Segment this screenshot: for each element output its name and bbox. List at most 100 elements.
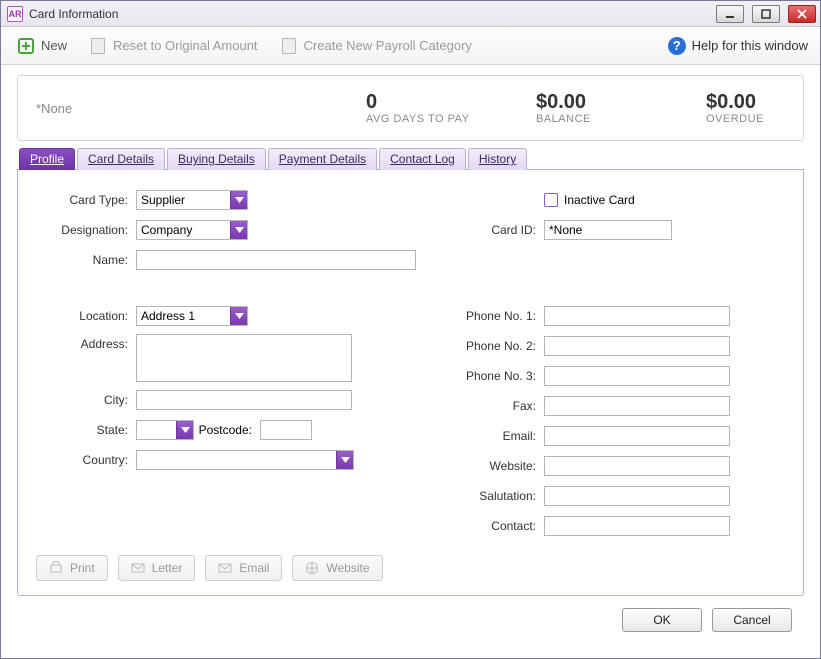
label-salutation: Salutation: — [446, 489, 544, 503]
city-input[interactable] — [136, 390, 352, 410]
checkbox-icon — [544, 193, 558, 207]
close-icon — [797, 9, 807, 19]
letter-icon — [131, 561, 145, 575]
contact-input[interactable] — [544, 516, 730, 536]
create-payroll-button: Create New Payroll Category — [276, 34, 476, 58]
cancel-button[interactable]: Cancel — [712, 608, 792, 632]
fax-input[interactable] — [544, 396, 730, 416]
right-column: Inactive Card Card ID: Phone No. 1: — [446, 188, 785, 544]
label-phone2: Phone No. 2: — [446, 339, 544, 353]
tab-label: Contact Log — [390, 152, 455, 166]
tab-payment-details[interactable]: Payment Details — [268, 148, 377, 170]
maximize-button[interactable] — [752, 5, 780, 23]
label-name: Name: — [36, 253, 136, 267]
stat-value: 0 — [366, 91, 536, 113]
phone2-input[interactable] — [544, 336, 730, 356]
label-website: Website: — [446, 459, 544, 473]
reset-label: Reset to Original Amount — [113, 38, 258, 53]
stat-overdue: $0.00 OVERDUE — [706, 91, 821, 125]
help-label: Help for this window — [692, 38, 808, 53]
tab-label: Payment Details — [279, 152, 366, 166]
content-area: *None 0 AVG DAYS TO PAY $0.00 BALANCE $0… — [1, 65, 820, 658]
tab-history[interactable]: History — [468, 148, 527, 170]
website-button[interactable]: Website — [292, 555, 382, 581]
letter-button[interactable]: Letter — [118, 555, 196, 581]
label-country: Country: — [36, 453, 136, 467]
letter-label: Letter — [152, 561, 183, 575]
maximize-icon — [761, 9, 771, 19]
inactive-card-checkbox[interactable]: Inactive Card — [544, 193, 635, 207]
print-icon — [49, 561, 63, 575]
email-icon — [218, 561, 232, 575]
chevron-down-icon[interactable] — [230, 191, 247, 209]
label-contact: Contact: — [446, 519, 544, 533]
minimize-button[interactable] — [716, 5, 744, 23]
label-phone1: Phone No. 1: — [446, 309, 544, 323]
left-column: Card Type: Designation: — [36, 188, 416, 544]
app-icon: AR — [7, 6, 23, 22]
tab-profile[interactable]: Profile — [19, 148, 75, 170]
new-label: New — [41, 38, 67, 53]
postcode-input[interactable] — [260, 420, 312, 440]
label-email: Email: — [446, 429, 544, 443]
tab-contact-log[interactable]: Contact Log — [379, 148, 466, 170]
stat-avg-days: 0 AVG DAYS TO PAY — [366, 91, 536, 125]
panel-footer: Print Letter Email Website — [36, 555, 383, 581]
country-select[interactable] — [136, 450, 354, 470]
window-card-information: AR Card Information New Reset to Origina… — [0, 0, 821, 659]
label-postcode: Postcode: — [194, 423, 260, 437]
tab-buying-details[interactable]: Buying Details — [167, 148, 266, 170]
print-button[interactable]: Print — [36, 555, 108, 581]
stat-balance: $0.00 BALANCE — [536, 91, 706, 125]
label-card-type: Card Type: — [36, 193, 136, 207]
chevron-down-icon[interactable] — [336, 451, 353, 469]
plus-icon — [17, 37, 35, 55]
help-link[interactable]: ? Help for this window — [668, 37, 808, 55]
ok-button[interactable]: OK — [622, 608, 702, 632]
cancel-label: Cancel — [733, 613, 770, 627]
phone1-input[interactable] — [544, 306, 730, 326]
print-label: Print — [70, 561, 95, 575]
dialog-footer: OK Cancel — [13, 596, 808, 646]
name-input[interactable] — [136, 250, 416, 270]
address-input[interactable] — [136, 334, 352, 382]
stat-value: $0.00 — [706, 91, 821, 113]
window-title: Card Information — [29, 7, 118, 21]
stat-value: $0.00 — [536, 91, 706, 113]
tab-label: Card Details — [88, 152, 154, 166]
email-label: Email — [239, 561, 269, 575]
label-location: Location: — [36, 309, 136, 323]
email-button[interactable]: Email — [205, 555, 282, 581]
close-button[interactable] — [788, 5, 816, 23]
stat-label: OVERDUE — [706, 113, 821, 125]
help-icon: ? — [668, 37, 686, 55]
tabstrip: Profile Card Details Buying Details Paym… — [17, 147, 804, 170]
email-input[interactable] — [544, 426, 730, 446]
label-state: State: — [36, 423, 136, 437]
chevron-down-icon[interactable] — [176, 421, 193, 439]
website-input[interactable] — [544, 456, 730, 476]
ok-label: OK — [653, 613, 670, 627]
reset-button: Reset to Original Amount — [85, 34, 262, 58]
card-id-input[interactable] — [544, 220, 672, 240]
phone3-input[interactable] — [544, 366, 730, 386]
label-address: Address: — [36, 334, 136, 351]
tab-card-details[interactable]: Card Details — [77, 148, 165, 170]
toolbar: New Reset to Original Amount Create New … — [1, 27, 820, 65]
stat-label: BALANCE — [536, 113, 706, 125]
create-payroll-label: Create New Payroll Category — [304, 38, 472, 53]
label-city: City: — [36, 393, 136, 407]
payroll-icon — [280, 37, 298, 55]
chevron-down-icon[interactable] — [230, 221, 247, 239]
label-inactive: Inactive Card — [564, 193, 635, 207]
salutation-input[interactable] — [544, 486, 730, 506]
label-fax: Fax: — [446, 399, 544, 413]
titlebar: AR Card Information — [1, 1, 820, 27]
new-button[interactable]: New — [13, 34, 71, 58]
minimize-icon — [725, 9, 735, 19]
website-btn-label: Website — [326, 561, 369, 575]
tab-label: Profile — [30, 152, 64, 166]
card-name: *None — [36, 101, 366, 116]
chevron-down-icon[interactable] — [230, 307, 247, 325]
label-designation: Designation: — [36, 223, 136, 237]
